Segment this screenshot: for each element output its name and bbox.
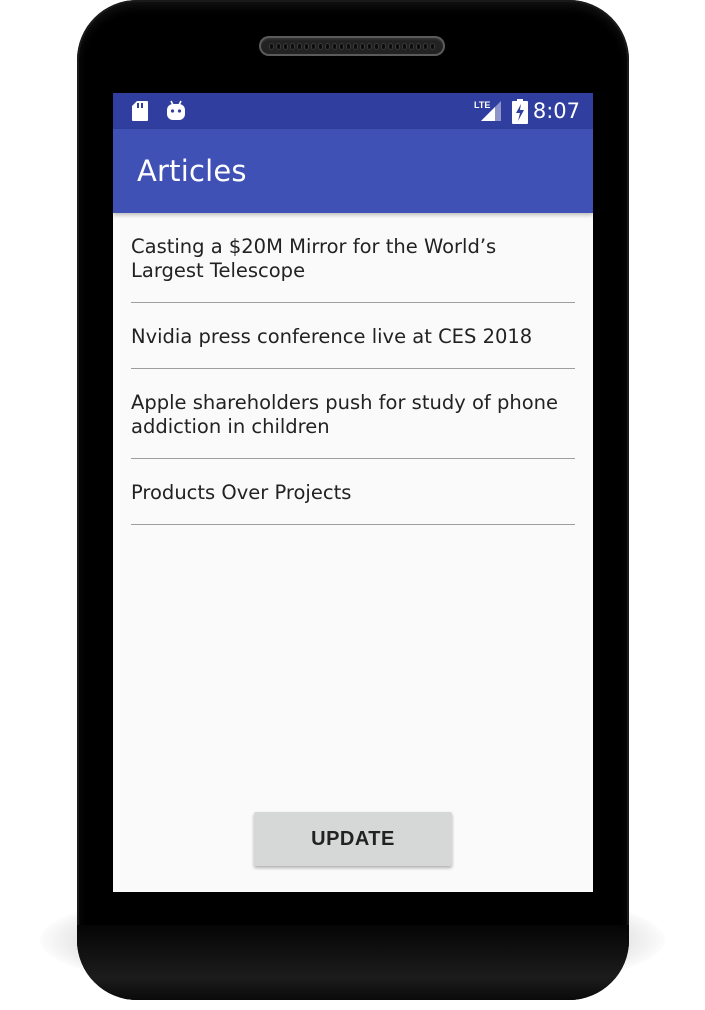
svg-text:LTE: LTE xyxy=(474,100,490,110)
list-item[interactable]: Apple shareholders push for study of pho… xyxy=(131,369,575,459)
lte-signal-icon: LTE xyxy=(473,99,503,127)
article-list: Casting a $20M Mirror for the World’s La… xyxy=(131,213,575,525)
earpiece-speaker xyxy=(259,36,445,56)
android-debug-icon xyxy=(166,100,186,126)
list-item[interactable]: Nvidia press conference live at CES 2018 xyxy=(131,303,575,369)
app-toolbar: Articles xyxy=(113,129,593,213)
status-time: 8:07 xyxy=(532,99,580,123)
page-title: Articles xyxy=(137,154,247,188)
battery-charging-icon xyxy=(512,99,528,128)
list-item[interactable]: Products Over Projects xyxy=(131,459,575,525)
status-bar: LTE 8:07 xyxy=(113,93,593,129)
app-screen: LTE 8:07 Articles Casting a $20M Mirror … xyxy=(113,93,593,892)
device-mockup: LTE 8:07 Articles Casting a $20M Mirror … xyxy=(0,0,705,1010)
update-button[interactable]: UPDATE xyxy=(254,812,452,866)
list-item[interactable]: Casting a $20M Mirror for the World’s La… xyxy=(131,213,575,303)
sd-card-icon xyxy=(131,100,149,126)
phone-chin xyxy=(77,925,629,1000)
